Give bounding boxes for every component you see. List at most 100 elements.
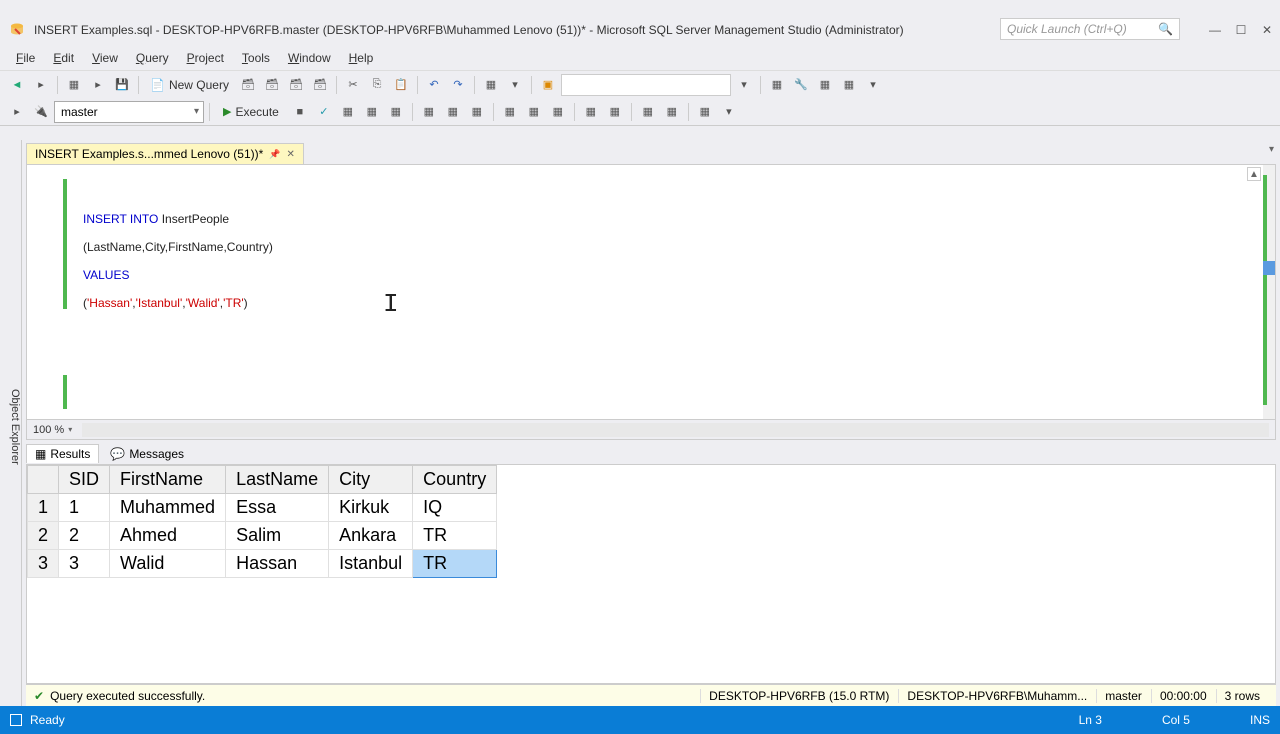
- more-icon[interactable]: ▾: [862, 74, 884, 96]
- redo-icon[interactable]: ↷: [447, 74, 469, 96]
- dd2-icon[interactable]: ▾: [733, 74, 755, 96]
- collapse-icon[interactable]: ▲: [1247, 167, 1261, 181]
- results-file-icon[interactable]: ▦: [466, 101, 488, 123]
- xevent-icon[interactable]: ▣: [537, 74, 559, 96]
- menu-bar: File Edit View Query Project Tools Windo…: [0, 46, 1280, 70]
- results-tab[interactable]: ▦ Results: [26, 444, 99, 463]
- stop-icon[interactable]: ■: [289, 101, 311, 123]
- menu-file[interactable]: File: [8, 49, 43, 67]
- results-grid-icon[interactable]: ▦: [418, 101, 440, 123]
- uncomment2-icon[interactable]: ▦: [547, 101, 569, 123]
- menu-project[interactable]: Project: [179, 49, 232, 67]
- profiler-icon[interactable]: ▦: [838, 74, 860, 96]
- menu-view[interactable]: View: [84, 49, 126, 67]
- outdent-icon[interactable]: ▦: [604, 101, 626, 123]
- registered-icon[interactable]: ▦: [766, 74, 788, 96]
- horizontal-scrollbar[interactable]: [82, 423, 1269, 437]
- plan-icon[interactable]: ▦: [361, 101, 383, 123]
- quick-launch-input[interactable]: Quick Launch (Ctrl+Q) 🔍: [1000, 18, 1180, 40]
- forward-icon[interactable]: ▸: [30, 74, 52, 96]
- menu-edit[interactable]: Edit: [45, 49, 82, 67]
- back-icon[interactable]: ◄: [6, 74, 28, 96]
- success-icon: ✔: [34, 689, 44, 703]
- search-icon: 🔍: [1158, 22, 1173, 36]
- paste-icon[interactable]: 📋: [390, 74, 412, 96]
- connect-icon[interactable]: 🔌: [30, 101, 52, 123]
- object-explorer-tab[interactable]: Object Explorer: [0, 140, 22, 706]
- menu-query[interactable]: Query: [128, 49, 177, 67]
- use-db-icon[interactable]: ▸: [6, 101, 28, 123]
- execute-button[interactable]: ▶ Execute: [215, 103, 287, 121]
- comment-icon[interactable]: ▦: [499, 101, 521, 123]
- indent-icon[interactable]: ▦: [580, 101, 602, 123]
- new-query-icon: 📄: [150, 78, 165, 92]
- col-country[interactable]: Country: [413, 466, 497, 494]
- row-count: 3 rows: [1216, 689, 1268, 703]
- open-icon[interactable]: ▸: [87, 74, 109, 96]
- messages-tab[interactable]: 💬 Messages: [101, 444, 193, 463]
- play-icon: ▶: [223, 105, 231, 118]
- indent2-icon[interactable]: ▦: [637, 101, 659, 123]
- db3-icon[interactable]: 🗃: [285, 74, 307, 96]
- menu-window[interactable]: Window: [280, 49, 339, 67]
- uncomment-icon[interactable]: ▦: [523, 101, 545, 123]
- db-name: master: [1096, 689, 1150, 703]
- dropdown-icon[interactable]: ▾: [504, 74, 526, 96]
- new-icon[interactable]: ▦: [63, 74, 85, 96]
- window-title: INSERT Examples.sql - DESKTOP-HPV6RFB.ma…: [34, 23, 904, 37]
- undo-icon[interactable]: ↶: [423, 74, 445, 96]
- db-icon[interactable]: 🗃: [237, 74, 259, 96]
- col-sid[interactable]: SID: [59, 466, 110, 494]
- editor-gutter: [27, 165, 71, 419]
- database-combo[interactable]: master: [54, 101, 204, 123]
- sql-editor[interactable]: ▲ INSERT INTO InsertPeople (LastName,Cit…: [26, 164, 1276, 420]
- specify-icon[interactable]: ▦: [694, 101, 716, 123]
- col-firstname[interactable]: FirstName: [110, 466, 226, 494]
- status-ready: Ready: [30, 713, 65, 727]
- options-icon[interactable]: ▦: [385, 101, 407, 123]
- db4-icon[interactable]: 🗃: [309, 74, 331, 96]
- cut-icon[interactable]: ✂: [342, 74, 364, 96]
- row-header-blank[interactable]: [28, 466, 59, 494]
- table-row[interactable]: 2 2 Ahmed Salim Ankara TR: [28, 522, 497, 550]
- maximize-button[interactable]: ☐: [1234, 23, 1248, 37]
- props-icon[interactable]: ▦: [480, 74, 502, 96]
- user-name: DESKTOP-HPV6RFB\Muhamm...: [898, 689, 1095, 703]
- status-col: Col 5: [1162, 713, 1190, 727]
- db2-icon[interactable]: 🗃: [261, 74, 283, 96]
- outdent2-icon[interactable]: ▦: [661, 101, 683, 123]
- minimize-button[interactable]: —: [1208, 23, 1222, 37]
- results-text-icon[interactable]: ▦: [442, 101, 464, 123]
- toolbar-search-input[interactable]: [561, 74, 731, 96]
- menu-tools[interactable]: Tools: [234, 49, 278, 67]
- status-message: Query executed successfully.: [50, 689, 205, 703]
- tab-close-icon[interactable]: ✕: [287, 149, 295, 160]
- results-grid[interactable]: SID FirstName LastName City Country 1 1 …: [26, 464, 1276, 684]
- text-cursor-icon: I: [383, 289, 399, 319]
- status-icon: [10, 714, 22, 726]
- col-lastname[interactable]: LastName: [226, 466, 329, 494]
- query-status-bar: ✔ Query executed successfully. DESKTOP-H…: [26, 684, 1276, 706]
- col-city[interactable]: City: [329, 466, 413, 494]
- msg-icon: 💬: [110, 447, 125, 461]
- more2-icon[interactable]: ▾: [718, 101, 740, 123]
- parse-icon[interactable]: ✓: [313, 101, 335, 123]
- save-icon[interactable]: 💾: [111, 74, 133, 96]
- table-row[interactable]: 1 1 Muhammed Essa Kirkuk IQ: [28, 494, 497, 522]
- selected-cell: TR: [413, 550, 497, 578]
- grid-icon: ▦: [35, 447, 46, 461]
- overview-ruler[interactable]: [1263, 165, 1275, 419]
- wrench-icon[interactable]: 🔧: [790, 74, 812, 96]
- document-tab[interactable]: INSERT Examples.s...mmed Lenovo (51))* 📌…: [26, 143, 304, 164]
- zoom-combo[interactable]: 100 %: [33, 424, 72, 436]
- close-button[interactable]: ✕: [1260, 23, 1274, 37]
- tab-dropdown-icon[interactable]: ▾: [1269, 144, 1274, 155]
- new-query-button[interactable]: 📄 New Query: [144, 76, 235, 94]
- menu-help[interactable]: Help: [341, 49, 382, 67]
- tab-title: INSERT Examples.s...mmed Lenovo (51))*: [35, 147, 263, 161]
- copy-icon[interactable]: ⎘: [366, 74, 388, 96]
- table-row[interactable]: 3 3 Walid Hassan Istanbul TR: [28, 550, 497, 578]
- estimate-icon[interactable]: ▦: [337, 101, 359, 123]
- activity-icon[interactable]: ▦: [814, 74, 836, 96]
- pin-icon[interactable]: 📌: [269, 149, 280, 160]
